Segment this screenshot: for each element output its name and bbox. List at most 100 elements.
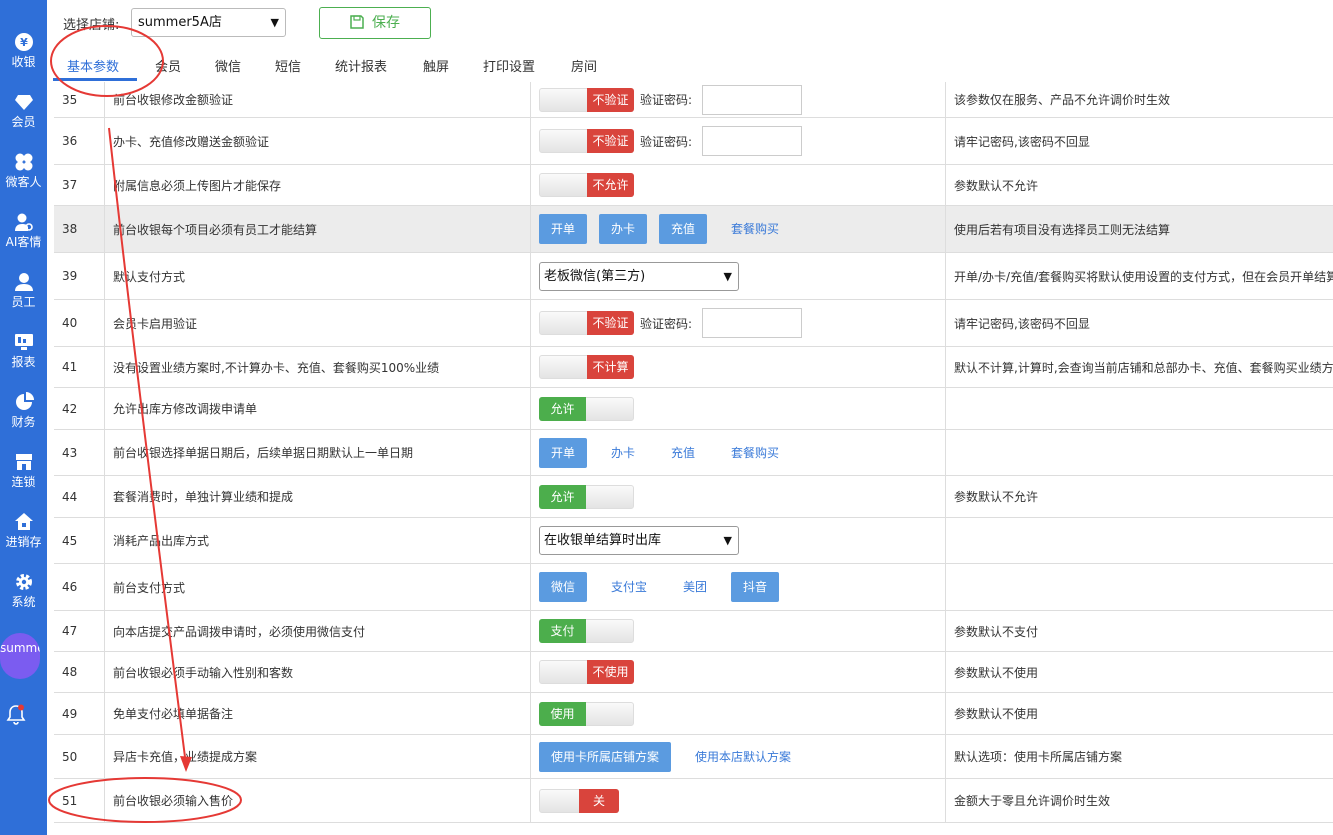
param-note: 开单/办卡/充值/套餐购买将默认使用设置的支付方式，但在会员开单结算 — [954, 269, 1333, 284]
row-number: 44 — [54, 476, 105, 517]
param-note — [946, 564, 1333, 610]
option-chip[interactable]: 微信 — [539, 572, 588, 602]
sidebar-item-finance[interactable]: 财务 — [0, 392, 47, 444]
sidebar-item-label: 财务 — [11, 415, 36, 429]
avatar[interactable]: summer5A店 — [0, 633, 40, 679]
select-dropdown[interactable]: 在收银单结算时出库 ▼ — [539, 526, 739, 555]
option-chip[interactable]: 开单 — [539, 214, 588, 244]
chevron-down-icon: ▼ — [723, 269, 732, 283]
toggle-state-label: 使用 — [539, 701, 586, 726]
sidebar-item-chain[interactable]: 连锁 — [0, 452, 47, 504]
select-dropdown[interactable]: 老板微信(第三方) ▼ — [539, 261, 739, 291]
bell-icon[interactable] — [6, 704, 26, 726]
tab-stat-reports[interactable]: 统计报表 — [335, 56, 387, 75]
table-row: 45 消耗产品出库方式 在收银单结算时出库 ▼ — [54, 518, 1333, 564]
sidebar-item-wechat-guest[interactable]: 微客人 — [0, 152, 47, 204]
param-name: 附属信息必须上传图片才能保存 — [105, 165, 531, 205]
param-name: 默认支付方式 — [105, 253, 531, 299]
table-row: 51 前台收银必须输入售价 关 金额大于零且允许调价时生效 — [54, 779, 1333, 823]
option-chip[interactable]: 套餐购买 — [719, 214, 791, 244]
toggle-switch[interactable]: 不使用 — [539, 660, 634, 684]
option-chip[interactable]: 支付宝 — [599, 572, 659, 602]
toggle-switch[interactable]: 不验证 — [539, 311, 634, 335]
option-chip[interactable]: 办卡 — [599, 438, 647, 468]
option-chip[interactable]: 使用卡所属店铺方案 — [539, 741, 672, 772]
param-control: 开单 办卡 充值 套餐购买 — [531, 430, 946, 475]
sidebar-item-label: 收银 — [11, 55, 36, 69]
toggle-switch[interactable]: 不验证 — [539, 87, 634, 112]
param-control: 不验证 验证密码: — [531, 82, 946, 117]
row-number: 48 — [54, 652, 105, 692]
user-ai-icon — [14, 213, 33, 231]
sidebar-item-label: 连锁 — [11, 475, 36, 489]
param-control: 不验证 验证密码: — [531, 118, 946, 164]
sidebar-item-ai-relations[interactable]: AI客情 — [0, 212, 47, 264]
sidebar-item-member[interactable]: 会员 — [0, 92, 47, 144]
tab-sms[interactable]: 短信 — [275, 56, 301, 75]
table-row: 46 前台支付方式 微信 支付宝 美团 抖音 — [54, 564, 1333, 611]
param-note — [946, 518, 1333, 563]
option-chip[interactable]: 充值 — [659, 214, 708, 244]
password-input[interactable] — [702, 126, 803, 156]
toggle-switch[interactable]: 允许 — [539, 484, 634, 509]
param-name: 没有设置业绩方案时,不计算办卡、充值、套餐购买100%业绩 — [105, 347, 531, 387]
row-number: 51 — [54, 779, 105, 822]
toggle-state-label: 支付 — [539, 619, 586, 643]
table-row: 50 异店卡充值，业绩提成方案 使用卡所属店铺方案 使用本店默认方案 默认选项：使用卡所… — [54, 735, 1333, 779]
option-chip[interactable]: 开单 — [539, 437, 588, 468]
shop-select-value: summer5A店 — [138, 15, 222, 30]
row-number: 36 — [54, 118, 105, 164]
tab-member[interactable]: 会员 — [155, 56, 181, 75]
option-chip[interactable]: 办卡 — [599, 214, 648, 244]
param-name: 办卡、充值修改赠送金额验证 — [105, 118, 531, 164]
param-name: 前台收银修改金额验证 — [105, 82, 531, 117]
tab-basic-params[interactable]: 基本参数 — [67, 56, 119, 75]
shop-select[interactable]: summer5A店 ▼ — [131, 8, 286, 37]
password-input[interactable] — [702, 308, 803, 338]
param-name: 前台收银每个项目必须有员工才能结算 — [105, 206, 531, 252]
tab-rooms[interactable]: 房间 — [571, 56, 597, 75]
home-icon — [14, 513, 33, 530]
param-note: 参数默认不允许 — [954, 178, 1039, 193]
password-label: 验证密码: — [640, 93, 693, 107]
table-row: 35 前台收银修改金额验证 不验证 验证密码: 该参数仅在服务、产品不允许调价时生效 — [54, 82, 1333, 118]
floppy-disk-icon — [350, 15, 364, 29]
sidebar-item-staff[interactable]: 员工 — [0, 272, 47, 324]
toggle-switch[interactable]: 支付 — [539, 619, 634, 643]
toggle-switch[interactable]: 使用 — [539, 701, 634, 726]
store-icon — [15, 454, 32, 470]
param-control: 允许 — [531, 476, 946, 517]
option-chip[interactable]: 抖音 — [731, 572, 780, 602]
option-chip[interactable]: 美团 — [671, 572, 719, 602]
sidebar-item-label: AI客情 — [5, 235, 42, 249]
tab-print-settings[interactable]: 打印设置 — [483, 56, 535, 75]
param-control: 使用 — [531, 693, 946, 734]
tab-touchscreen[interactable]: 触屏 — [423, 56, 449, 75]
param-note: 参数默认不使用 — [954, 707, 1039, 721]
sidebar-item-system[interactable]: 系统 — [0, 572, 47, 624]
param-control: 关 — [531, 779, 946, 822]
option-chip[interactable]: 充值 — [659, 438, 707, 468]
password-input[interactable] — [702, 84, 803, 115]
toggle-switch[interactable]: 关 — [539, 788, 619, 813]
tab-wechat[interactable]: 微信 — [215, 56, 241, 75]
row-number: 50 — [54, 735, 105, 778]
toggle-switch[interactable]: 允许 — [539, 396, 634, 421]
toggle-switch[interactable]: 不计算 — [539, 355, 634, 379]
main-panel: 选择店铺: summer5A店 ▼ 保存 基本参数 会员 微信 短信 统计报表 … — [47, 0, 1333, 835]
active-tab-indicator — [53, 78, 137, 81]
table-row: 48 前台收银必须手动输入性别和客数 不使用 参数默认不使用 — [54, 652, 1333, 693]
param-note: 参数默认不允许 — [954, 490, 1039, 504]
option-chip[interactable]: 使用本店默认方案 — [683, 742, 803, 772]
save-button[interactable]: 保存 — [319, 7, 431, 39]
sidebar-item-inventory[interactable]: 进销存 — [0, 512, 47, 564]
toggle-switch[interactable]: 不允许 — [539, 173, 634, 197]
sidebar-item-cashier[interactable]: ¥ 收银 — [0, 32, 47, 84]
row-number: 42 — [54, 388, 105, 429]
toggle-switch[interactable]: 不验证 — [539, 129, 634, 153]
row-number: 46 — [54, 564, 105, 610]
sidebar-item-reports[interactable]: 报表 — [0, 332, 47, 384]
option-chip[interactable]: 套餐购买 — [719, 438, 791, 468]
row-number: 35 — [54, 82, 105, 117]
toggle-state-label: 允许 — [539, 396, 586, 421]
